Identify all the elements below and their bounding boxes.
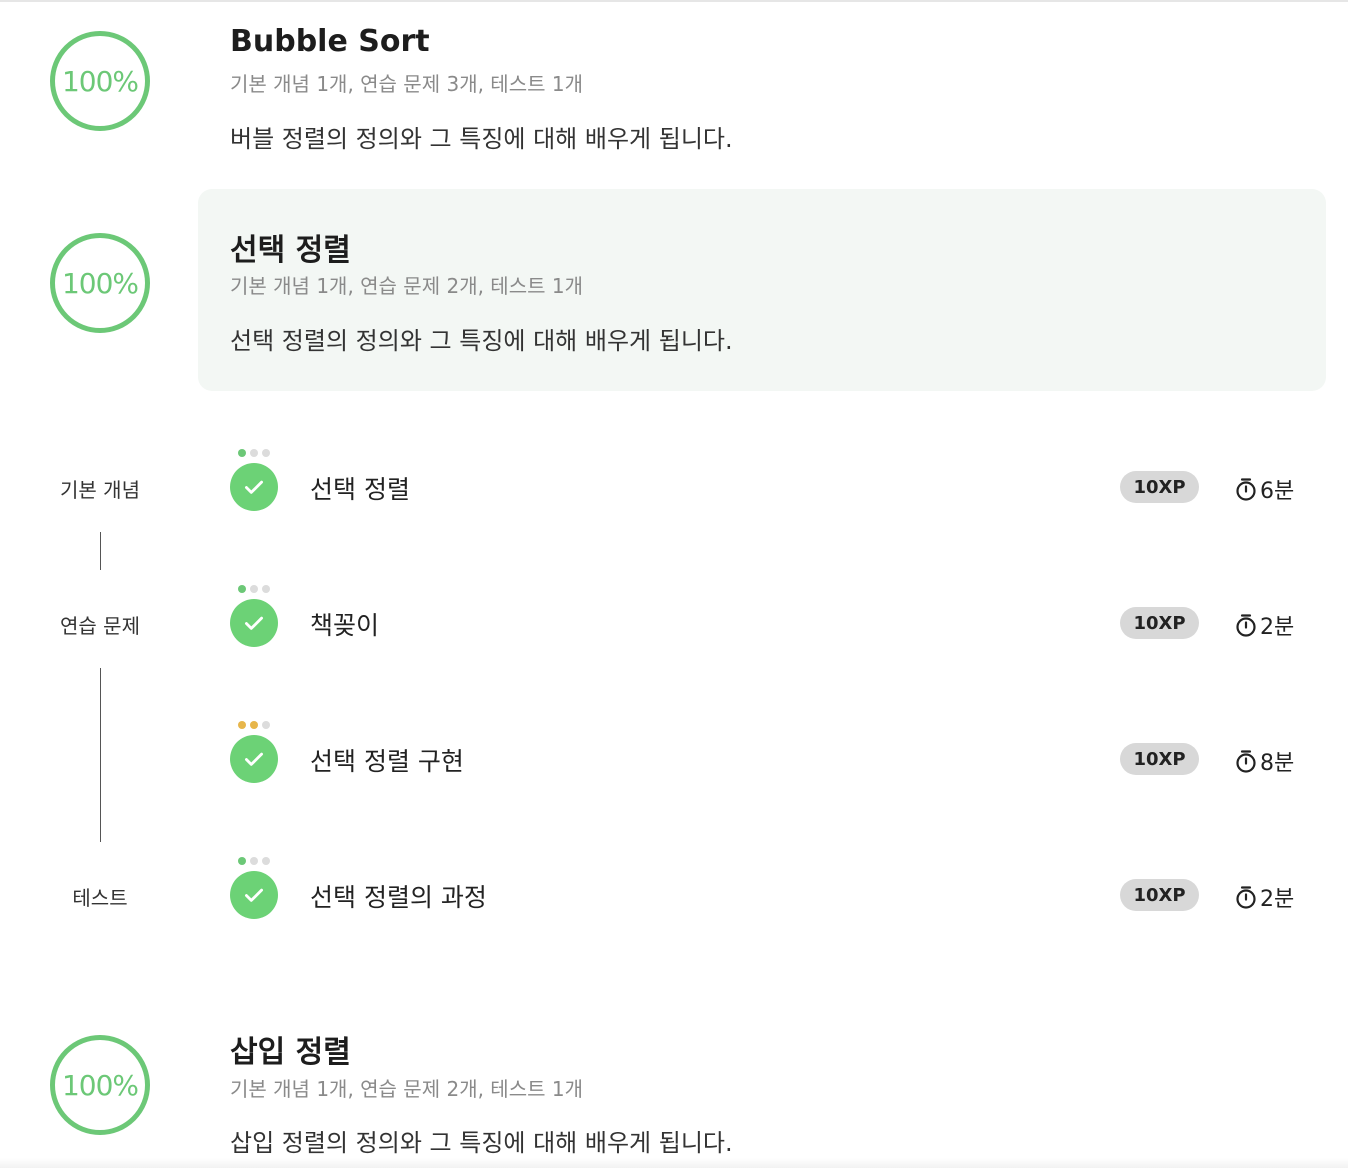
difficulty-dot [262,721,270,729]
stopwatch-icon [1236,750,1256,773]
duration-value: 2분 [1260,887,1295,912]
progress-ring: 100% [50,233,150,333]
progress-ring: 100% [50,1035,150,1135]
xp-badge: 10XP [1120,471,1199,503]
duration-value: 6분 [1260,479,1295,504]
lesson-item[interactable]: 선택 정렬 10XP 6분 [0,447,1348,527]
xp-badge: 10XP [1120,743,1199,775]
difficulty-dot [250,449,258,457]
course-card-active[interactable]: 선택 정렬 기본 개념 1개, 연습 문제 2개, 테스트 1개 선택 정렬의 … [198,189,1326,391]
duration-value: 8분 [1260,751,1295,776]
xp-badge: 10XP [1120,607,1199,639]
lesson-title: 책꽂이 [310,611,380,640]
lesson-title: 선택 정렬 [310,475,410,504]
difficulty-dot [238,857,246,865]
progress-value: 100% [61,266,139,300]
stopwatch-icon [1236,478,1256,501]
check-circle-icon [230,735,278,783]
difficulty-dots [238,857,270,865]
course-meta: 기본 개념 1개, 연습 문제 3개, 테스트 1개 [230,72,583,96]
difficulty-dot [262,857,270,865]
check-circle-icon [230,463,278,511]
difficulty-dot [262,449,270,457]
check-circle-icon [230,871,278,919]
difficulty-dot [250,585,258,593]
progress-ring: 100% [50,31,150,131]
stopwatch-icon [1236,614,1256,637]
difficulty-dot [250,857,258,865]
course-bubble-sort[interactable]: 100% Bubble Sort 기본 개념 1개, 연습 문제 3개, 테스트… [0,0,1348,180]
course-meta: 기본 개념 1개, 연습 문제 2개, 테스트 1개 [230,1077,583,1101]
course-meta: 기본 개념 1개, 연습 문제 2개, 테스트 1개 [230,274,583,298]
course-description: 삽입 정렬의 정의와 그 특징에 대해 배우게 됩니다. [230,1129,733,1157]
difficulty-dot [238,449,246,457]
difficulty-dots [238,585,270,593]
duration-value: 2분 [1260,615,1295,640]
course-selection-sort[interactable]: 100% 선택 정렬 기본 개념 1개, 연습 문제 2개, 테스트 1개 선택… [0,189,1348,391]
course-insertion-sort[interactable]: 100% 삽입 정렬 기본 개념 1개, 연습 문제 2개, 테스트 1개 삽입… [0,1003,1348,1168]
lesson-item[interactable]: 책꽂이 10XP 2분 [0,583,1348,663]
lesson-duration: 8분 [1234,745,1294,777]
difficulty-dot [238,721,246,729]
course-title: 삽입 정렬 [230,1035,351,1070]
lesson-duration: 6분 [1234,473,1294,505]
difficulty-dot [250,721,258,729]
lesson-duration: 2분 [1234,881,1294,913]
lesson-item[interactable]: 선택 정렬 구현 10XP 8분 [0,719,1348,799]
lesson-title: 선택 정렬의 과정 [310,883,487,912]
course-description: 버블 정렬의 정의와 그 특징에 대해 배우게 됩니다. [230,125,733,153]
course-title: Bubble Sort [230,24,430,59]
course-card[interactable]: Bubble Sort 기본 개념 1개, 연습 문제 3개, 테스트 1개 버… [198,0,1326,180]
difficulty-dots [238,449,270,457]
progress-value: 100% [61,1068,139,1102]
difficulty-dot [262,585,270,593]
stage-connector [100,532,101,570]
lesson-title: 선택 정렬 구현 [310,747,464,776]
course-description: 선택 정렬의 정의와 그 특징에 대해 배우게 됩니다. [230,327,733,355]
stopwatch-icon [1236,886,1256,909]
course-card[interactable]: 삽입 정렬 기본 개념 1개, 연습 문제 2개, 테스트 1개 삽입 정렬의 … [198,1003,1326,1168]
lesson-duration: 2분 [1234,609,1294,641]
difficulty-dots [238,721,270,729]
progress-value: 100% [61,64,139,98]
bottom-edge [0,1158,1348,1168]
xp-badge: 10XP [1120,879,1199,911]
difficulty-dot [238,585,246,593]
check-circle-icon [230,599,278,647]
lesson-item[interactable]: 선택 정렬의 과정 10XP 2분 [0,855,1348,935]
course-title: 선택 정렬 [230,233,351,268]
